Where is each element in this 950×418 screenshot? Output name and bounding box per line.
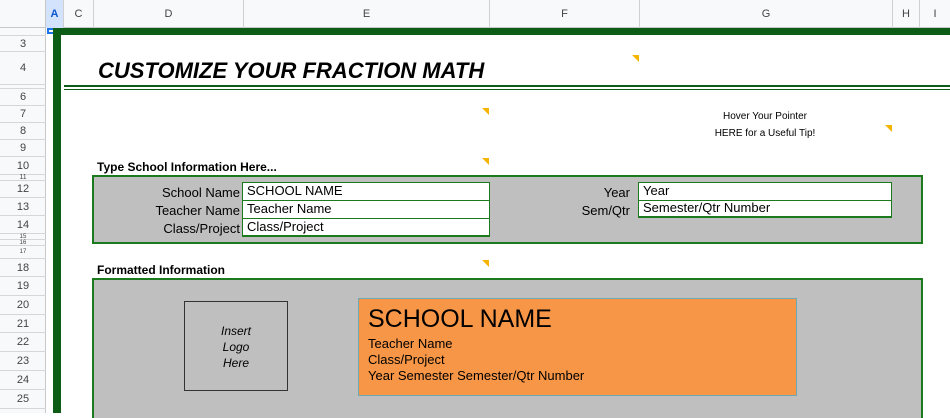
row-header-3[interactable]: 3: [0, 36, 46, 52]
row-header-collapsed[interactable]: [0, 28, 46, 36]
school-name-label: School Name: [161, 185, 240, 200]
page-title: CUSTOMIZE YOUR FRACTION MATH: [98, 58, 485, 83]
row-header-9[interactable]: 9: [0, 140, 46, 157]
class-project-input[interactable]: Class/Project: [242, 219, 490, 237]
row-header-17[interactable]: 17: [0, 246, 46, 259]
row-header-8[interactable]: 8: [0, 123, 46, 140]
card-teacher-name: Teacher Name: [368, 336, 453, 351]
column-header-h[interactable]: H: [893, 0, 920, 28]
left-frame-bar: [53, 34, 61, 413]
tip-line-2[interactable]: HERE for a Useful Tip!: [690, 128, 840, 139]
column-header-f[interactable]: F: [490, 0, 640, 28]
logo-placeholder[interactable]: Insert Logo Here: [184, 301, 288, 391]
tip-line-1: Hover Your Pointer: [723, 111, 807, 122]
logo-placeholder-line-1: Insert: [220, 324, 251, 338]
year-label: Year: [603, 185, 630, 200]
card-year-semester: Year Semester Semester/Qtr Number: [368, 368, 585, 383]
title-underline-bottom: [64, 89, 950, 90]
logo-placeholder-line-2: Logo: [222, 340, 250, 354]
row-header-25[interactable]: 25: [0, 390, 46, 409]
row-header-4[interactable]: 4: [0, 52, 46, 85]
column-header-i[interactable]: I: [920, 0, 950, 28]
row-header-20[interactable]: 20: [0, 296, 46, 315]
row-header-bar: 3 4 6 7 8 9 10 11 12 13 14 15 16 17 18 1…: [0, 28, 46, 413]
row-header-21[interactable]: 21: [0, 315, 46, 333]
row-header-10[interactable]: 10: [0, 157, 46, 175]
school-info-heading: Type School Information Here...: [97, 160, 277, 174]
select-all-corner[interactable]: [0, 0, 46, 28]
teacher-name-input[interactable]: Teacher Name: [242, 201, 490, 219]
row-header-24[interactable]: 24: [0, 371, 46, 390]
logo-placeholder-line-3: Here: [222, 356, 249, 370]
comment-indicator-icon[interactable]: [885, 125, 892, 132]
year-input[interactable]: Year: [638, 182, 892, 201]
row-header-12[interactable]: 12: [0, 181, 46, 198]
sem-qtr-input[interactable]: Semester/Qtr Number: [638, 201, 892, 218]
comment-indicator-icon[interactable]: [482, 108, 489, 115]
teacher-name-label: Teacher Name: [155, 203, 240, 218]
school-name-input[interactable]: SCHOOL NAME: [242, 182, 490, 201]
comment-indicator-icon[interactable]: [482, 158, 489, 165]
row-header-19[interactable]: 19: [0, 277, 46, 296]
comment-indicator-icon[interactable]: [632, 55, 639, 62]
row-header-22[interactable]: 22: [0, 333, 46, 352]
row-header-13[interactable]: 13: [0, 198, 46, 216]
card-class-project: Class/Project: [368, 352, 445, 367]
class-project-label: Class/Project: [163, 221, 240, 236]
sem-qtr-label: Sem/Qtr: [581, 203, 630, 218]
column-header-d[interactable]: D: [94, 0, 244, 28]
comment-indicator-icon[interactable]: [482, 260, 489, 267]
formatted-info-heading: Formatted Information: [97, 263, 225, 277]
row-header-14[interactable]: 14: [0, 216, 46, 234]
column-header-g[interactable]: G: [640, 0, 893, 28]
row-header-23[interactable]: 23: [0, 352, 46, 371]
column-header-a[interactable]: A: [46, 0, 64, 28]
row-header-7[interactable]: 7: [0, 106, 46, 123]
row-header-6[interactable]: 6: [0, 89, 46, 106]
column-header-bar: A C D E F G H I: [0, 0, 950, 28]
top-frame-bar: [53, 28, 950, 35]
column-header-e[interactable]: E: [244, 0, 490, 28]
row-header-18[interactable]: 18: [0, 259, 46, 277]
column-header-c[interactable]: C: [64, 0, 94, 28]
card-school-name: SCHOOL NAME: [368, 305, 552, 333]
title-underline-top: [64, 85, 950, 87]
